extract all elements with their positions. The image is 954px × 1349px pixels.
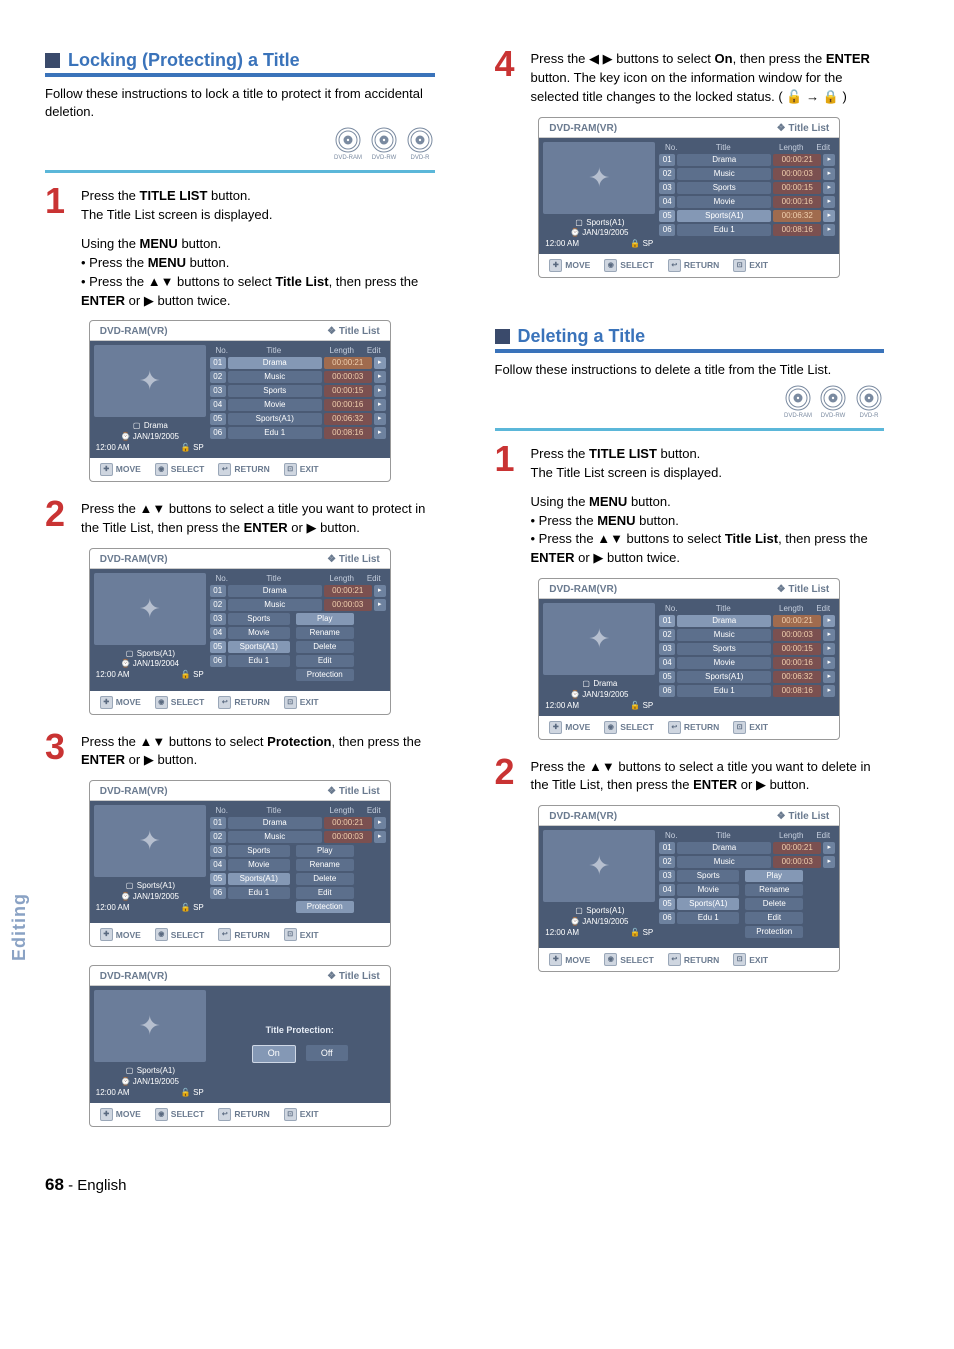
step-2-body: Press the ▲▼ buttons to select a title y… <box>81 500 435 538</box>
disc-ram-icon: DVD-RAM <box>783 385 813 419</box>
disc-compat-row-2: DVD-RAM DVD-RW DVD-R <box>495 385 885 422</box>
section-locking-title: Locking (Protecting) a Title <box>45 50 435 77</box>
right-column: 4 Press the ◀ ▶ buttons to select On, th… <box>495 50 885 1145</box>
page-number: 68 <box>45 1175 64 1194</box>
disc-r-icon: DVD-R <box>405 127 435 161</box>
ctx-rename: Rename <box>296 627 354 639</box>
protection-off-button[interactable]: Off <box>306 1045 348 1061</box>
step-3-body: Press the ▲▼ buttons to select Protectio… <box>81 733 435 771</box>
section-bullet-icon <box>45 53 60 68</box>
screenshot-locking-1: DVD-RAM(VR) ❖ Title List ✦ ▢ Drama ⌚ JAN… <box>45 320 435 481</box>
ctx-play: Play <box>296 613 354 625</box>
disc-rw-icon: DVD-RW <box>818 385 848 419</box>
deleting-intro: Follow these instructions to delete a ti… <box>495 361 885 379</box>
screenshot-deleting-2: DVD-RAM(VR)❖ Title List ✦ ▢ Sports(A1) ⌚… <box>495 805 885 972</box>
step-4-body: Press the ◀ ▶ buttons to select On, then… <box>531 50 885 107</box>
deleting-step-2: 2 Press the ▲▼ buttons to select a title… <box>495 758 885 796</box>
step-number-4: 4 <box>495 50 521 107</box>
side-tab-editing: Editing <box>9 893 30 961</box>
deleting-step-1: 1 Press the TITLE LIST button. The Title… <box>495 445 885 483</box>
deleting-step-1-sub: Using the MENU button. Press the MENU bu… <box>531 493 885 568</box>
step-1-body: Press the TITLE LIST button. The Title L… <box>81 187 272 225</box>
step-number-2: 2 <box>45 500 71 538</box>
section-bullet-icon <box>495 329 510 344</box>
svg-text:DVD-RW: DVD-RW <box>821 413 846 419</box>
ctx-protection: Protection <box>296 669 354 681</box>
osd-device: DVD-RAM(VR) <box>100 326 168 337</box>
locking-step-4: 4 Press the ◀ ▶ buttons to select On, th… <box>495 50 885 107</box>
accent-line <box>45 170 435 173</box>
svg-text:DVD-RAM: DVD-RAM <box>334 155 362 161</box>
svg-text:DVD-R: DVD-R <box>860 413 880 419</box>
step-number-1: 1 <box>495 445 521 483</box>
left-column: Locking (Protecting) a Title Follow thes… <box>45 50 435 1145</box>
disc-r-icon: DVD-R <box>854 385 884 419</box>
locking-step-2: 2 Press the ▲▼ buttons to select a title… <box>45 500 435 538</box>
page-lang: English <box>77 1177 126 1194</box>
ctx-edit: Edit <box>296 655 354 667</box>
locking-step-1: 1 Press the TITLE LIST button. The Title… <box>45 187 435 225</box>
page-footer: 68 - English <box>45 1175 884 1195</box>
disc-compat-row: DVD-RAM DVD-RW DVD-R <box>45 127 435 164</box>
thumbnail-icon: ✦ <box>139 366 161 397</box>
heading-locking: Locking (Protecting) a Title <box>68 50 300 71</box>
heading-deleting: Deleting a Title <box>518 326 646 347</box>
step-number-3: 3 <box>45 733 71 771</box>
locking-step-1-sub: Using the MENU button. Press the MENU bu… <box>81 235 435 310</box>
screenshot-locking-3: DVD-RAM(VR)❖ Title List ✦ ▢ Sports(A1) ⌚… <box>45 780 435 947</box>
svg-text:DVD-R: DVD-R <box>410 155 430 161</box>
title-protection-label: Title Protection: <box>266 1025 334 1035</box>
step-number-2: 2 <box>495 758 521 796</box>
screenshot-locking-4: DVD-RAM(VR)❖ Title List ✦ ▢ Sports(A1) ⌚… <box>45 965 435 1126</box>
ctx-delete: Delete <box>296 641 354 653</box>
section-deleting-title: Deleting a Title <box>495 326 885 353</box>
disc-rw-icon: DVD-RW <box>369 127 399 161</box>
locking-step-3: 3 Press the ▲▼ buttons to select Protect… <box>45 733 435 771</box>
step-number-1: 1 <box>45 187 71 225</box>
accent-line <box>495 428 885 431</box>
protection-on-button[interactable]: On <box>252 1045 296 1063</box>
lock-transition-icon: 🔓 → 🔒 <box>786 89 839 104</box>
screenshot-locking-5: DVD-RAM(VR)❖ Title List ✦ ▢ Sports(A1) ⌚… <box>495 117 885 278</box>
svg-text:DVD-RAM: DVD-RAM <box>784 413 812 419</box>
osd-header-right: ❖ Title List <box>327 326 380 337</box>
locking-intro: Follow these instructions to lock a titl… <box>45 85 435 121</box>
screenshot-locking-2: DVD-RAM(VR)❖ Title List ✦ ▢ Sports(A1) ⌚… <box>45 548 435 715</box>
disc-ram-icon: DVD-RAM <box>333 127 363 161</box>
screenshot-deleting-1: DVD-RAM(VR)❖ Title List ✦ ▢ Drama ⌚ JAN/… <box>495 578 885 739</box>
svg-text:DVD-RW: DVD-RW <box>372 155 397 161</box>
